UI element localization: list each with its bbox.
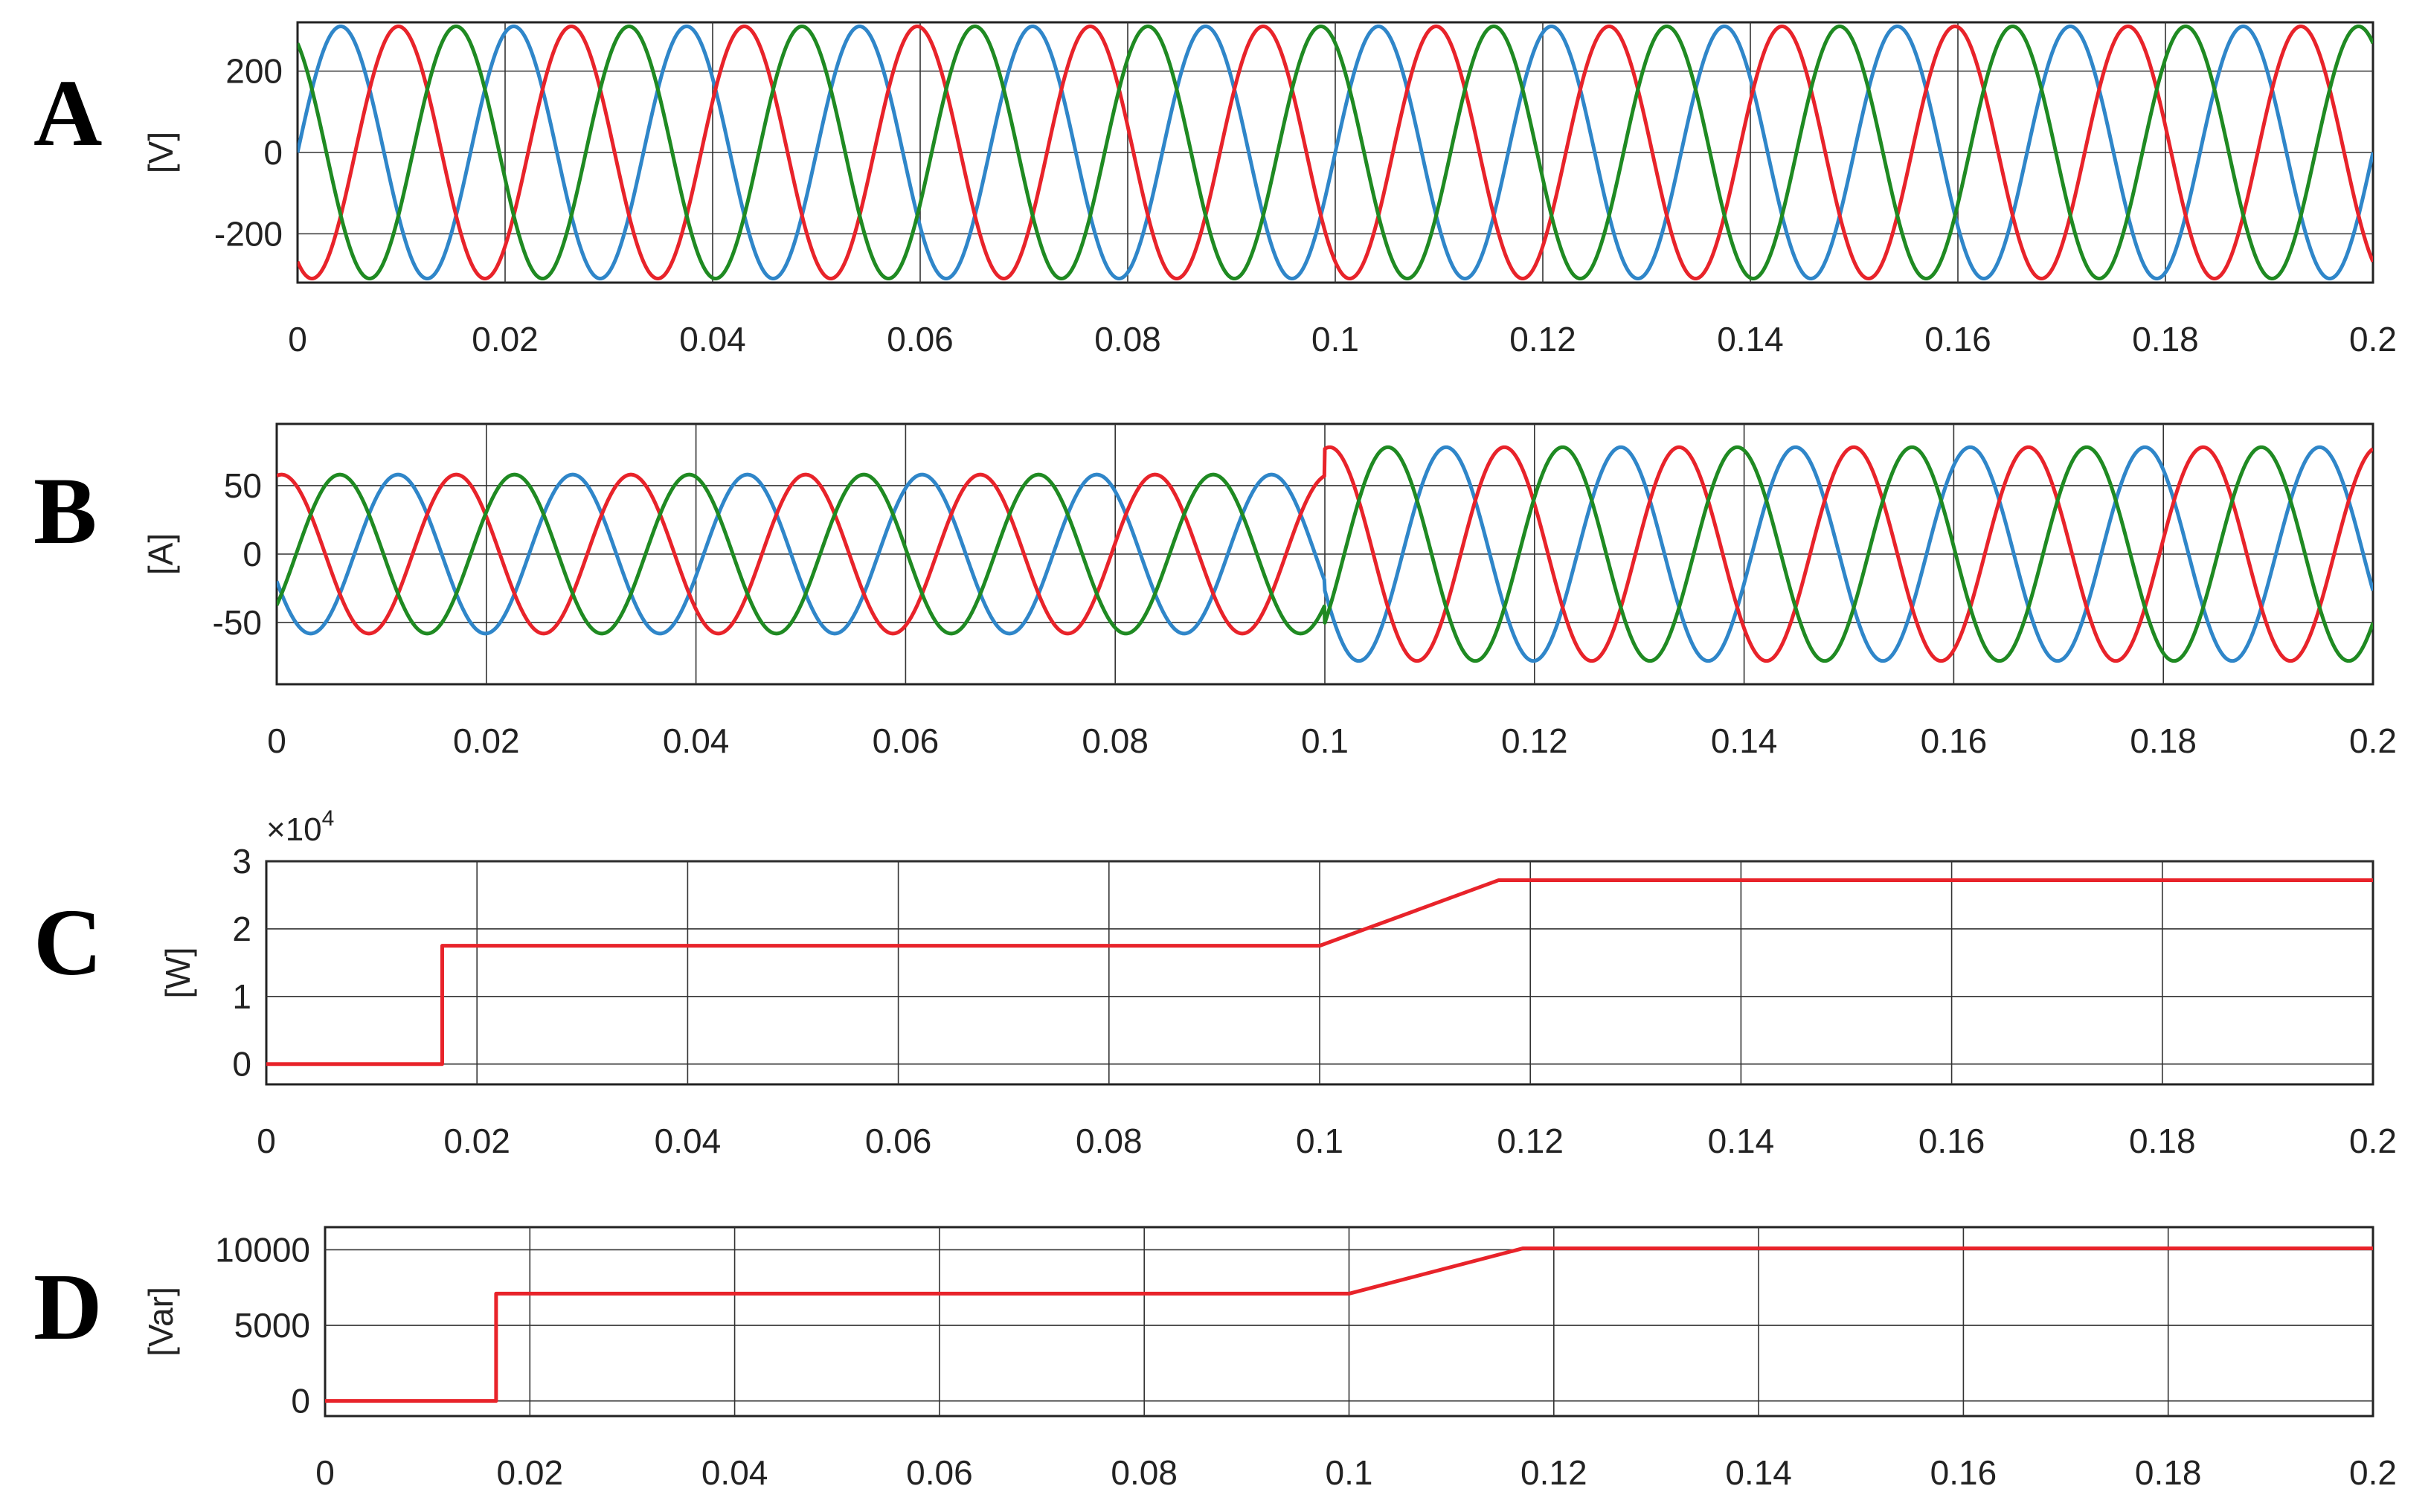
- x-tick-label: 0.2: [2349, 721, 2397, 760]
- y-tick-label: 200: [225, 52, 283, 91]
- x-tick-label: 0.2: [2349, 1122, 2397, 1160]
- x-tick-label: 0.16: [1921, 721, 1988, 760]
- panel-c: C 0 0.02 0.04 0.06 0.08 0.1 0.12 0.14 0.16 0.18 0.2…: [33, 806, 2397, 1160]
- x-tick-label: 0.08: [1094, 320, 1161, 358]
- y-axis-title: [W]: [158, 948, 197, 999]
- x-tick-label: 0.18: [2135, 1453, 2202, 1492]
- panel-letter: C: [33, 889, 102, 995]
- x-tick-label: 0.14: [1711, 721, 1778, 760]
- x-tick-label: 0.16: [1918, 1122, 1985, 1160]
- x-tick-label: 0: [288, 320, 307, 358]
- y-tick-label: 10000: [215, 1230, 310, 1269]
- x-tick-label: 0: [267, 721, 286, 760]
- x-tick-label: 0.18: [2130, 721, 2197, 760]
- y-tick-label: 2: [232, 910, 251, 948]
- panel-letter: B: [33, 458, 97, 564]
- y-tick-label: -50: [213, 603, 262, 642]
- y-tick-label: -200: [214, 214, 283, 253]
- y-tick-label: 50: [224, 466, 262, 505]
- panel-letter: D: [33, 1254, 102, 1360]
- panel-d: D 0 0.02 0.04 0.06 0.08 0.1 0.12 0.14 0.16 0.18 0.2…: [33, 1226, 2397, 1492]
- x-tick-label: 0.06: [906, 1453, 973, 1492]
- x-tick-label: 0.12: [1501, 721, 1568, 760]
- x-tick-label: 0.08: [1111, 1453, 1178, 1492]
- x-tick-label: 0.12: [1520, 1453, 1587, 1492]
- x-tick-label: 0.18: [2129, 1122, 2196, 1160]
- x-tick-label: 0.08: [1082, 721, 1149, 760]
- x-tick-label: 0.06: [887, 320, 954, 358]
- x-tick-label: 0.06: [865, 1122, 932, 1160]
- x-tick-label: 0.18: [2132, 320, 2199, 358]
- x-tick-label: 0.16: [1930, 1453, 1997, 1492]
- x-tick-label: 0.02: [443, 1122, 510, 1160]
- x-tick-label: 0.02: [472, 320, 539, 358]
- y-tick-label: 5000: [234, 1306, 310, 1345]
- x-tick-label: 0.08: [1076, 1122, 1143, 1160]
- y-tick-label: 0: [263, 133, 283, 172]
- x-tick-label: 0.12: [1497, 1122, 1564, 1160]
- figure: A0 0.02 0.04 0.06 0.08 0.1 0.12 0.14 0.16 0.18 0.2…: [33, 21, 2397, 1492]
- y-exponent-label: ×104: [266, 806, 334, 848]
- x-tick-label: 0.14: [1717, 320, 1784, 358]
- y-tick-label: 0: [243, 535, 262, 573]
- x-tick-label: 0.1: [1326, 1453, 1373, 1492]
- x-tick-label: 0.12: [1509, 320, 1576, 358]
- x-tick-label: 0.04: [655, 1122, 722, 1160]
- x-tick-label: 0.02: [497, 1453, 564, 1492]
- x-tick-label: 0.1: [1301, 721, 1349, 760]
- y-axis-title: [Var]: [141, 1287, 180, 1357]
- x-tick-label: 0.04: [663, 721, 730, 760]
- y-axis-title: [V]: [141, 132, 180, 173]
- x-tick-label: 0.04: [701, 1453, 768, 1492]
- x-tick-label: 0.1: [1311, 320, 1359, 358]
- panel-b: B 0 0.02 0.04 0.06 0.08 0.1 0.12 0.14 0.16 0.18 0.2…: [33, 422, 2397, 760]
- y-tick-label: 3: [232, 842, 251, 881]
- x-tick-label: 0.04: [679, 320, 746, 358]
- x-tick-label: 0.06: [873, 721, 940, 760]
- x-tick-label: 0: [257, 1122, 276, 1160]
- x-tick-label: 0.16: [1924, 320, 1991, 358]
- y-tick-label: 1: [232, 977, 251, 1016]
- y-tick-label: 0: [291, 1382, 310, 1421]
- x-tick-label: 0.14: [1725, 1453, 1792, 1492]
- x-tick-label: 0.1: [1296, 1122, 1343, 1160]
- x-tick-label: 0.02: [453, 721, 520, 760]
- y-tick-label: 0: [232, 1045, 251, 1084]
- x-tick-label: 0.2: [2349, 1453, 2397, 1492]
- panel-letter: A: [33, 60, 102, 166]
- x-tick-label: 0.2: [2349, 320, 2397, 358]
- x-tick-label: 0.14: [1708, 1122, 1775, 1160]
- x-tick-label: 0: [315, 1453, 335, 1492]
- y-axis-title: [A]: [141, 533, 180, 575]
- panel-a: A 0 0.02 0.04 0.06 0.08 0.1 0.12 0.14 0.16 0.18 0.2…: [33, 21, 2397, 358]
